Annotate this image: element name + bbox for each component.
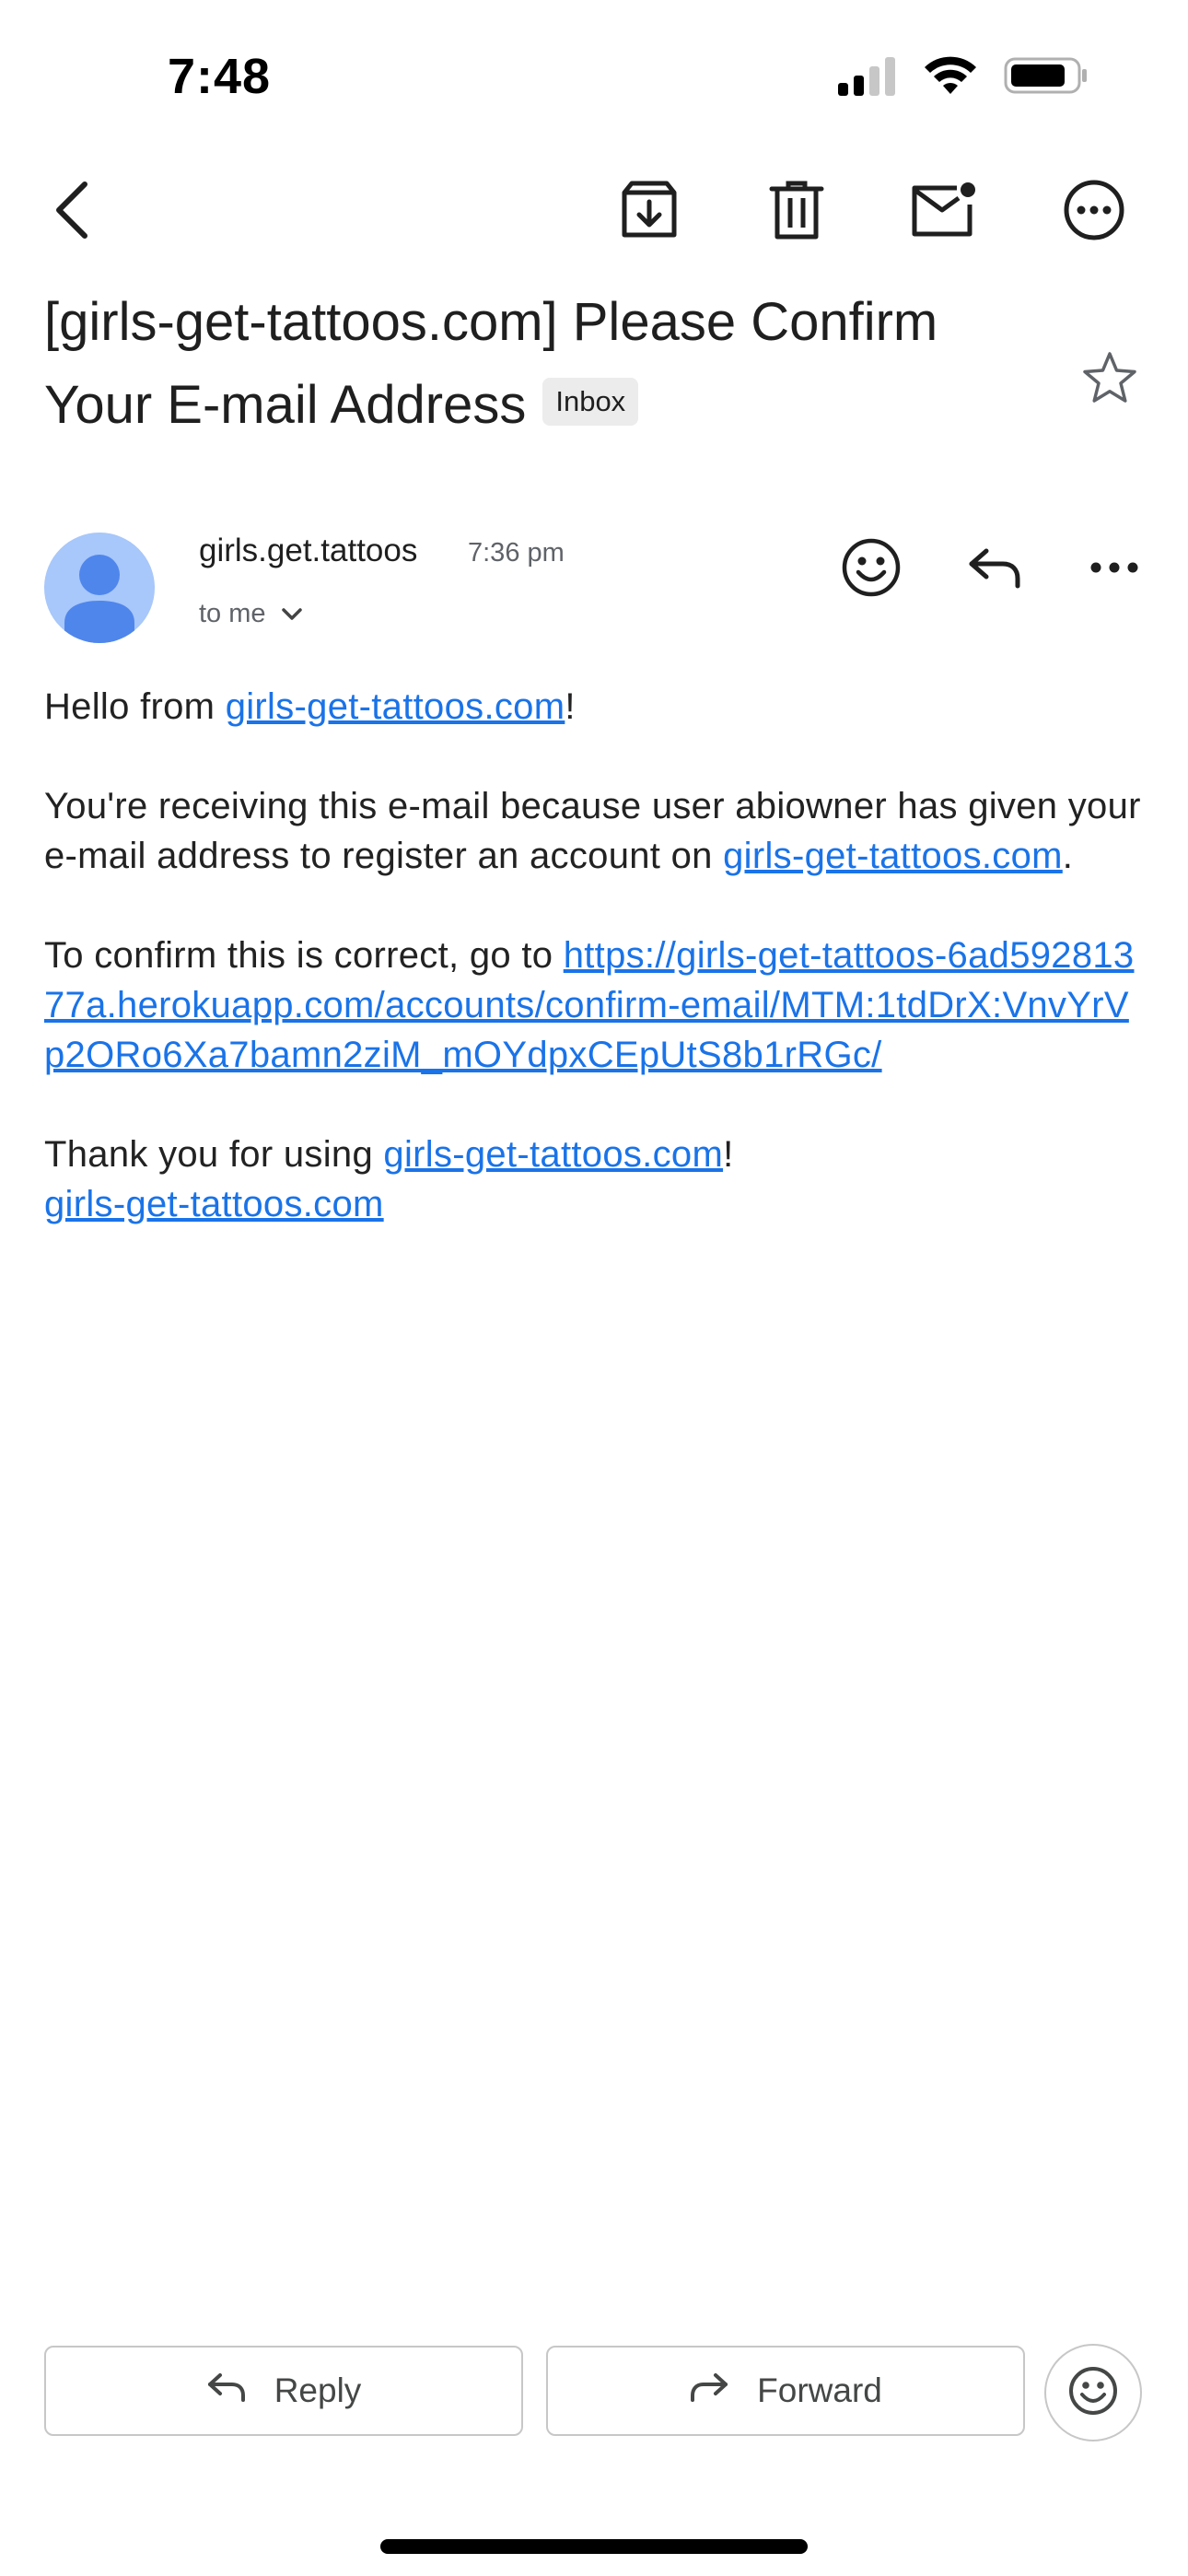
greeting-text: Hello from xyxy=(44,686,226,727)
email-time: 7:36 pm xyxy=(468,538,565,568)
react-emoji-button[interactable] xyxy=(827,525,915,614)
status-bar: 7:48 xyxy=(0,0,1188,147)
emoji-reaction-button[interactable] xyxy=(1044,2344,1142,2441)
mark-unread-button[interactable] xyxy=(898,166,990,258)
archive-button[interactable] xyxy=(603,166,695,258)
body-paragraph-thanks: Thank you for using girls-get-tattoos.co… xyxy=(44,1130,1149,1229)
site-link[interactable]: girls-get-tattoos.com xyxy=(226,686,565,727)
body-greeting: Hello from girls-get-tattoos.com! xyxy=(44,682,1149,732)
recipient-text: to me xyxy=(199,599,266,628)
cellular-signal-icon xyxy=(838,55,897,100)
sender-name[interactable]: girls.get.tattoos xyxy=(199,533,417,569)
forward-label: Forward xyxy=(757,2371,882,2409)
status-icons xyxy=(838,55,1089,100)
greeting-suffix: ! xyxy=(565,686,576,727)
reply-icon-button[interactable] xyxy=(950,525,1039,614)
wifi-icon xyxy=(923,55,978,100)
back-arrow-icon xyxy=(50,181,94,244)
email-toolbar xyxy=(0,166,1188,258)
subject-text: [girls-get-tattoos.com] Please Confirm Y… xyxy=(44,292,938,435)
more-options-button[interactable] xyxy=(1048,166,1140,258)
more-horizontal-icon xyxy=(1089,560,1140,580)
body-paragraph-registration: You're receiving this e-mail because use… xyxy=(44,781,1149,881)
email-view-screen: 7:48 [girls-get-tattoos.com] Please Conf… xyxy=(0,0,1188,2576)
smiley-icon xyxy=(1067,2365,1119,2421)
confirm-text: To confirm this is correct, go to xyxy=(44,935,564,976)
reply-icon xyxy=(966,545,1023,594)
archive-icon xyxy=(619,180,680,245)
reply-icon xyxy=(206,2371,247,2411)
star-icon xyxy=(1081,350,1138,410)
more-circle-icon xyxy=(1063,179,1125,246)
message-more-button[interactable] xyxy=(1070,525,1159,614)
sender-avatar[interactable] xyxy=(44,533,155,643)
email-body: Hello from girls-get-tattoos.com! You're… xyxy=(44,682,1149,1279)
signature-link[interactable]: girls-get-tattoos.com xyxy=(44,1184,384,1224)
inbox-label-badge[interactable]: Inbox xyxy=(542,377,639,426)
site-link[interactable]: girls-get-tattoos.com xyxy=(383,1134,723,1175)
reply-button[interactable]: Reply xyxy=(44,2346,523,2436)
mark-unread-icon xyxy=(911,181,977,242)
body-paragraph-confirm: To confirm this is correct, go to https:… xyxy=(44,931,1149,1080)
person-icon xyxy=(64,555,134,643)
registration-suffix: . xyxy=(1062,836,1074,876)
thanks-suffix: ! xyxy=(723,1134,734,1175)
battery-icon xyxy=(1004,55,1089,100)
forward-button[interactable]: Forward xyxy=(546,2346,1025,2436)
forward-icon xyxy=(689,2371,729,2411)
smiley-icon xyxy=(841,537,902,603)
thanks-text: Thank you for using xyxy=(44,1134,384,1175)
reply-label: Reply xyxy=(274,2371,362,2409)
recipient-details-toggle[interactable]: to me xyxy=(199,599,303,629)
delete-button[interactable] xyxy=(751,166,843,258)
back-button[interactable] xyxy=(26,166,118,258)
chevron-down-icon xyxy=(281,599,303,629)
site-link[interactable]: girls-get-tattoos.com xyxy=(723,836,1063,876)
home-indicator[interactable] xyxy=(380,2539,808,2554)
status-time: 7:48 xyxy=(168,49,272,104)
star-button[interactable] xyxy=(1073,343,1147,416)
email-subject: [girls-get-tattoos.com] Please Confirm Y… xyxy=(44,281,1057,447)
trash-icon xyxy=(768,180,825,245)
